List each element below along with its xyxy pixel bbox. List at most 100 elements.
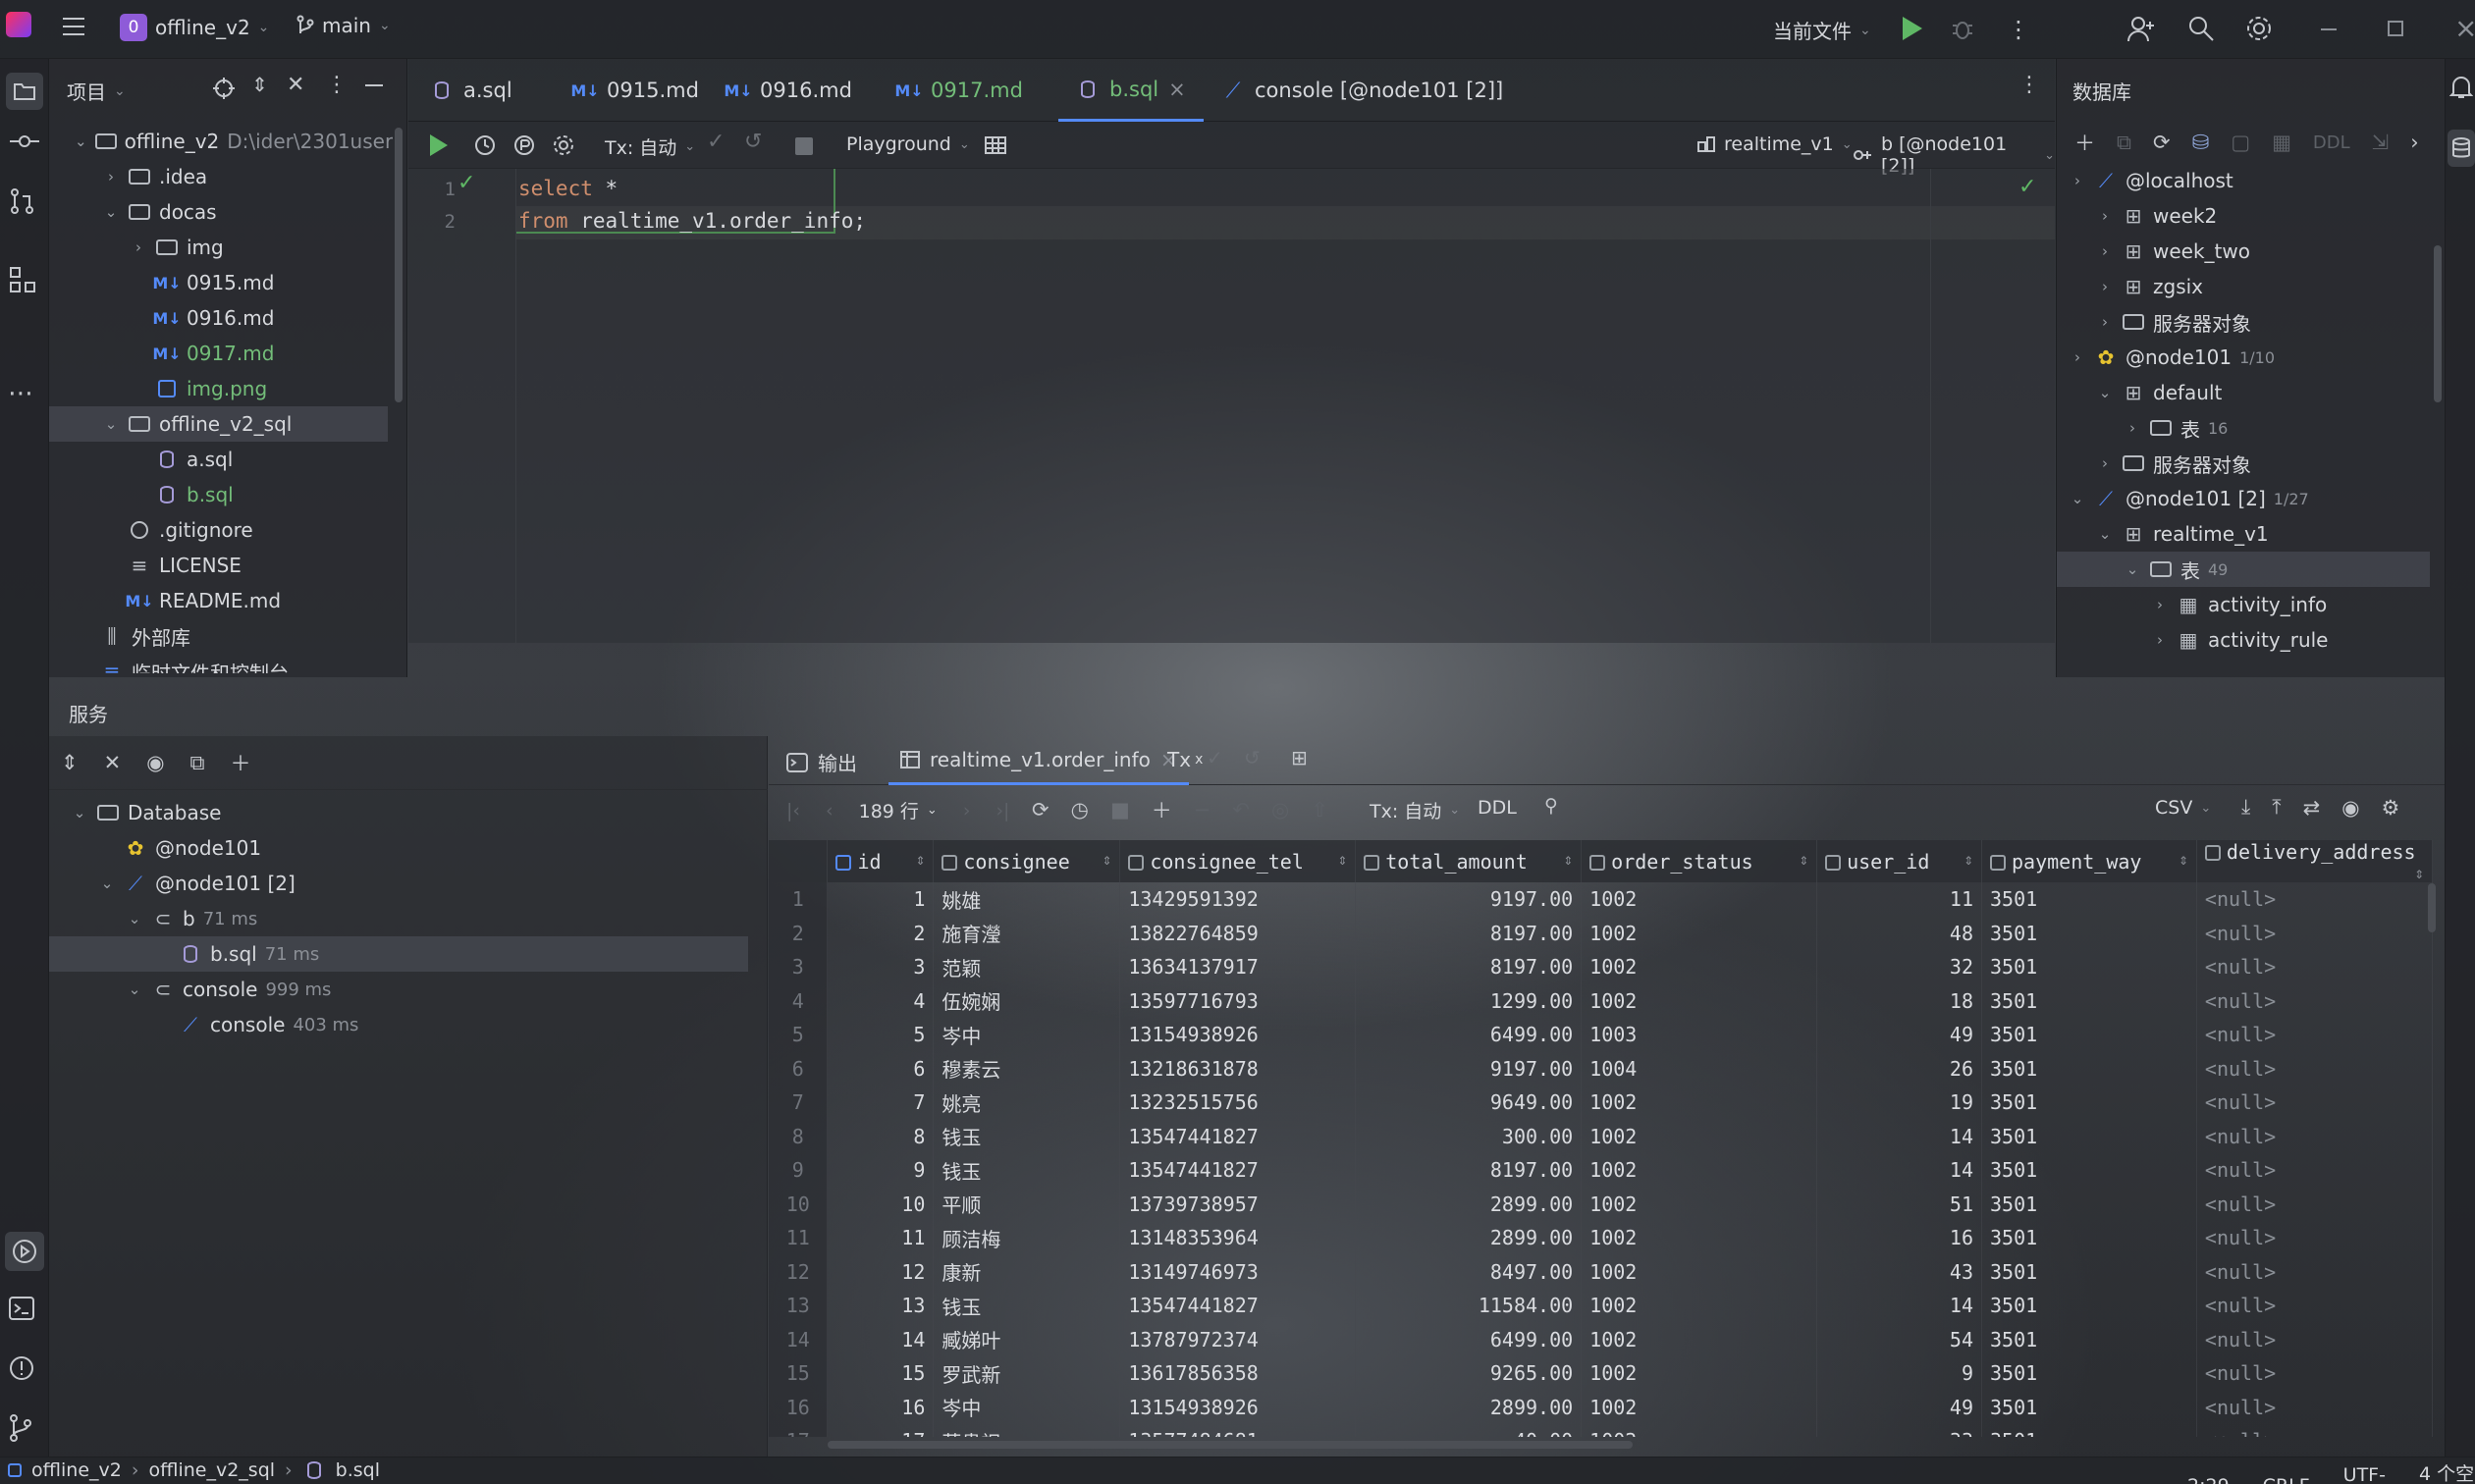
next-page-icon[interactable]: › bbox=[963, 800, 971, 822]
table-cell[interactable]: 13577484681 bbox=[1119, 1424, 1357, 1437]
sort-icon[interactable]: ⇕ bbox=[1103, 850, 1112, 869]
grid-horizontal-scrollbar[interactable] bbox=[828, 1441, 1633, 1449]
close-window-icon[interactable]: × bbox=[2454, 12, 2475, 44]
table-cell[interactable]: 范颖 bbox=[933, 950, 1121, 984]
table-cell[interactable]: 13739738957 bbox=[1119, 1187, 1357, 1221]
table-cell[interactable]: 51 bbox=[1816, 1187, 1982, 1221]
commit-icon[interactable]: ✓ bbox=[1207, 746, 1223, 769]
table-cell[interactable]: 1002 bbox=[1581, 1424, 1818, 1437]
table-row[interactable]: 5 5 岑中 13154938926 6499.00 1003 49 3501 <null> bbox=[769, 1018, 2433, 1052]
db-tree-item[interactable]: › 表 16 bbox=[2057, 410, 2430, 446]
table-cell[interactable]: 1002 bbox=[1581, 1390, 1818, 1424]
table-cell[interactable]: <null> bbox=[2196, 983, 2433, 1018]
db-tree-item[interactable]: › ⊞ week2 bbox=[2057, 198, 2430, 234]
table-cell[interactable]: 18 bbox=[1816, 983, 1982, 1018]
table-cell[interactable]: 13617856358 bbox=[1119, 1356, 1357, 1391]
table-cell[interactable]: 9649.00 bbox=[1355, 1086, 1583, 1120]
table-cell[interactable]: 13634137917 bbox=[1119, 950, 1357, 984]
db-tree-item[interactable]: › 服务器对象 bbox=[2057, 446, 2430, 481]
project-tree-item[interactable]: img.png bbox=[49, 371, 388, 406]
first-page-icon[interactable]: |‹ bbox=[786, 800, 800, 822]
table-row[interactable]: 6 6 穆素云 13218631878 9197.00 1004 26 3501 <null> bbox=[769, 1051, 2433, 1086]
chevron-right-icon[interactable]: › bbox=[2096, 454, 2114, 472]
table-cell[interactable]: 1003 bbox=[1581, 1018, 1818, 1052]
table-cell[interactable]: 300.00 bbox=[1355, 1119, 1583, 1153]
tab-0916-md[interactable]: M↓ 0916.md bbox=[709, 59, 870, 122]
sort-icon[interactable]: ⇕ bbox=[1799, 850, 1808, 869]
table-cell[interactable]: 姚雄 bbox=[933, 882, 1121, 917]
table-cell[interactable]: 3501 bbox=[1981, 1289, 2197, 1323]
table-cell[interactable]: 1002 bbox=[1581, 1356, 1818, 1391]
app-logo-icon[interactable] bbox=[6, 12, 31, 37]
table-cell[interactable]: 3501 bbox=[1981, 1424, 2197, 1437]
sort-icon[interactable]: ⇕ bbox=[1564, 850, 1574, 869]
project-tree-item[interactable]: M↓ README.md bbox=[49, 583, 388, 618]
add-datasource-icon[interactable]: ＋ bbox=[2074, 128, 2095, 157]
table-cell[interactable]: 3501 bbox=[1981, 1221, 2197, 1255]
project-view-select[interactable]: 项目 ⌄ bbox=[67, 77, 126, 105]
more-actions-icon[interactable]: ⋮ bbox=[2007, 16, 2030, 43]
table-cell[interactable]: 8497.00 bbox=[1355, 1254, 1583, 1289]
table-cell[interactable]: 54 bbox=[1816, 1322, 1982, 1356]
breadcrumb-item[interactable]: offline_v2_sql bbox=[148, 1459, 275, 1481]
inspection-ok-icon[interactable]: ✓ bbox=[2018, 175, 2036, 199]
table-row[interactable]: 4 4 伍婉娴 13597716793 1299.00 1002 18 3501 <null> bbox=[769, 983, 2433, 1018]
table-cell[interactable]: 3501 bbox=[1981, 1390, 2197, 1424]
commit-icon[interactable] bbox=[8, 132, 41, 151]
last-page-icon[interactable]: ›| bbox=[995, 800, 1009, 822]
table-cell[interactable]: 3501 bbox=[1981, 1119, 2197, 1153]
service-tree-item[interactable]: ⌄ ⟋ @node101 [2] bbox=[49, 866, 748, 901]
table-cell[interactable]: 8197.00 bbox=[1355, 916, 1583, 950]
table-row[interactable]: 3 3 范颖 13634137917 8197.00 1002 32 3501 <null> bbox=[769, 950, 2433, 984]
table-cell[interactable]: <null> bbox=[2196, 1356, 2433, 1391]
project-tree-item[interactable]: a.sql bbox=[49, 442, 388, 477]
table-cell[interactable]: 9197.00 bbox=[1355, 1051, 1583, 1086]
sort-icon[interactable]: ⇕ bbox=[2414, 864, 2424, 882]
db-tree-item[interactable]: › ⊞ zgsix bbox=[2057, 269, 2430, 304]
playground-select[interactable]: Playground ⌄ bbox=[846, 133, 970, 155]
add-user-icon[interactable] bbox=[2126, 14, 2156, 43]
table-cell[interactable]: 8 bbox=[827, 1119, 935, 1153]
table-cell[interactable]: 16 bbox=[1816, 1221, 1982, 1255]
table-cell[interactable]: 7 bbox=[827, 1086, 935, 1120]
tab-result-table[interactable]: realtime_v1.order_info × bbox=[888, 736, 1189, 785]
table-cell[interactable]: 3501 bbox=[1981, 1356, 2197, 1391]
upload-icon[interactable]: ⤒ bbox=[2272, 795, 2281, 820]
project-tree-item[interactable]: ⌄ offline_v2_sql bbox=[49, 406, 388, 442]
table-cell[interactable]: <null> bbox=[2196, 1390, 2433, 1424]
table-cell[interactable]: 1002 bbox=[1581, 1254, 1818, 1289]
run-icon[interactable] bbox=[1903, 17, 1922, 40]
table-cell[interactable]: 14 bbox=[1816, 1153, 1982, 1188]
line-separator[interactable]: CRLF bbox=[2263, 1475, 2310, 1484]
table-cell[interactable]: 3 bbox=[827, 950, 935, 984]
table-cell[interactable]: 11 bbox=[1816, 882, 1982, 917]
table-row[interactable]: 1717莫贵祝1357748468140.001002333501<null> bbox=[769, 1424, 2433, 1437]
table-cell[interactable]: 9 bbox=[827, 1153, 935, 1188]
project-tree-item[interactable]: M↓ 0916.md bbox=[49, 300, 388, 336]
download-icon[interactable]: ⤓ bbox=[2241, 795, 2250, 820]
execute-icon[interactable] bbox=[430, 134, 448, 156]
table-cell[interactable]: 1002 bbox=[1581, 1289, 1818, 1323]
tab-a-sql[interactable]: a.sql bbox=[412, 59, 530, 122]
chevron-right-icon[interactable]: › bbox=[130, 238, 147, 256]
cursor-position[interactable]: 2:29 bbox=[2187, 1475, 2230, 1484]
table-cell[interactable]: <null> bbox=[2196, 1221, 2433, 1255]
close-tab-icon[interactable]: × bbox=[1168, 78, 1186, 101]
table-cell[interactable]: 1002 bbox=[1581, 882, 1818, 917]
table-cell[interactable]: 13547441827 bbox=[1119, 1153, 1357, 1188]
sort-icon[interactable]: ⇕ bbox=[916, 850, 926, 869]
expand-all-icon[interactable]: ⇕ bbox=[61, 751, 79, 774]
grid-vertical-scrollbar[interactable] bbox=[2428, 883, 2436, 932]
project-tree-item[interactable]: › img bbox=[49, 230, 388, 265]
table-cell[interactable]: 岑中 bbox=[933, 1390, 1121, 1424]
table-cell[interactable]: 姚亮 bbox=[933, 1086, 1121, 1120]
db-tree-item[interactable]: ⌄ 表 49 bbox=[2057, 552, 2430, 587]
service-tree-item[interactable]: ⟋ console 403 ms bbox=[49, 1007, 748, 1042]
table-cell[interactable]: <null> bbox=[2196, 1322, 2433, 1356]
terminal-icon[interactable] bbox=[8, 1296, 35, 1321]
chevron-right-icon[interactable]: › bbox=[2096, 242, 2114, 260]
table-cell[interactable]: 9197.00 bbox=[1355, 882, 1583, 917]
editor-settings-icon[interactable] bbox=[552, 133, 575, 157]
chevron-right-icon[interactable]: › bbox=[2124, 419, 2141, 437]
restore-window-icon[interactable] bbox=[2388, 21, 2403, 36]
